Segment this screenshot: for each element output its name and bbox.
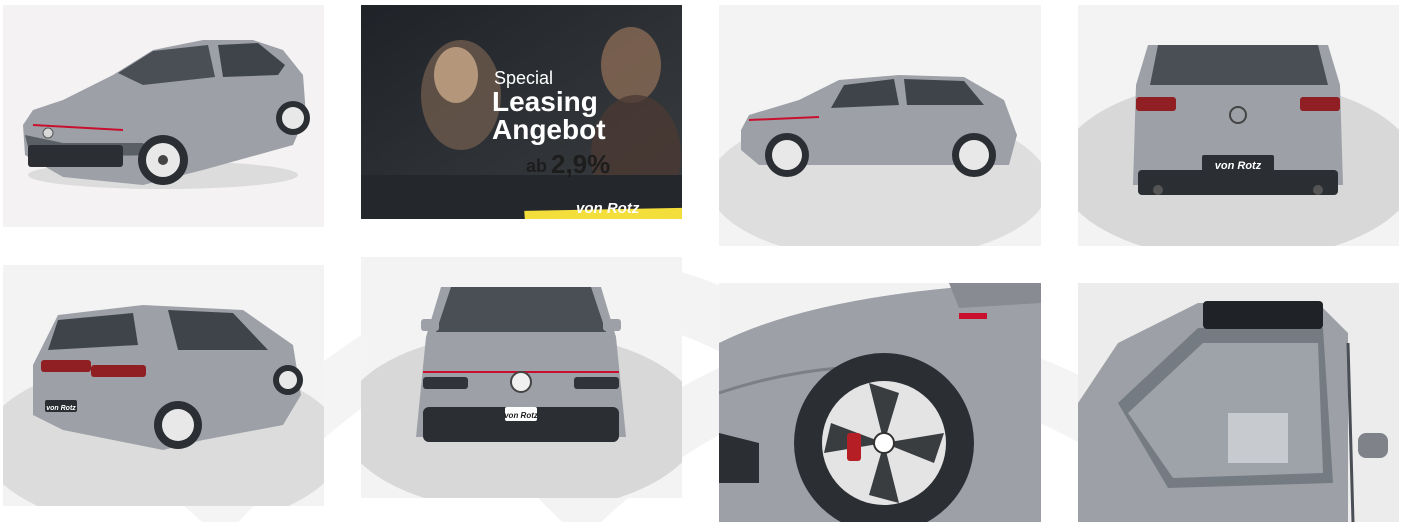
- photo-promo-banner[interactable]: Special Leasing Angebot ab 2,9% von Rotz: [361, 5, 682, 219]
- car-photo: [719, 5, 1041, 246]
- promo-angebot-text: Angebot: [492, 114, 606, 145]
- photo-front-left-three-quarter[interactable]: [3, 5, 324, 227]
- photo-wheel-closeup[interactable]: [719, 283, 1041, 522]
- car-photo: von Rotz: [361, 257, 682, 498]
- promo-rate-text: 2,9%: [551, 149, 611, 179]
- car-photo: [3, 5, 324, 227]
- promo-ab-text: ab: [526, 156, 548, 176]
- promo-brand-logo: von Rotz: [576, 200, 640, 217]
- promo-leasing-text: Leasing: [492, 86, 598, 117]
- car-photo: von Rotz: [3, 265, 324, 506]
- photo-side-profile[interactable]: [719, 5, 1041, 246]
- front-plate: von Rotz: [504, 411, 538, 420]
- car-photo: von Rotz: [1078, 5, 1399, 246]
- rear-quarter-plate: von Rotz: [46, 405, 76, 412]
- photo-rear-left-three-quarter[interactable]: von Rotz: [3, 265, 324, 506]
- photo-sunroof-windshield[interactable]: [1078, 283, 1399, 522]
- car-photo: [719, 283, 1041, 522]
- photo-front[interactable]: von Rotz: [361, 257, 682, 498]
- rear-plate: von Rotz: [1215, 160, 1262, 172]
- photo-rear[interactable]: von Rotz: [1078, 5, 1399, 246]
- car-photo: [1078, 283, 1399, 522]
